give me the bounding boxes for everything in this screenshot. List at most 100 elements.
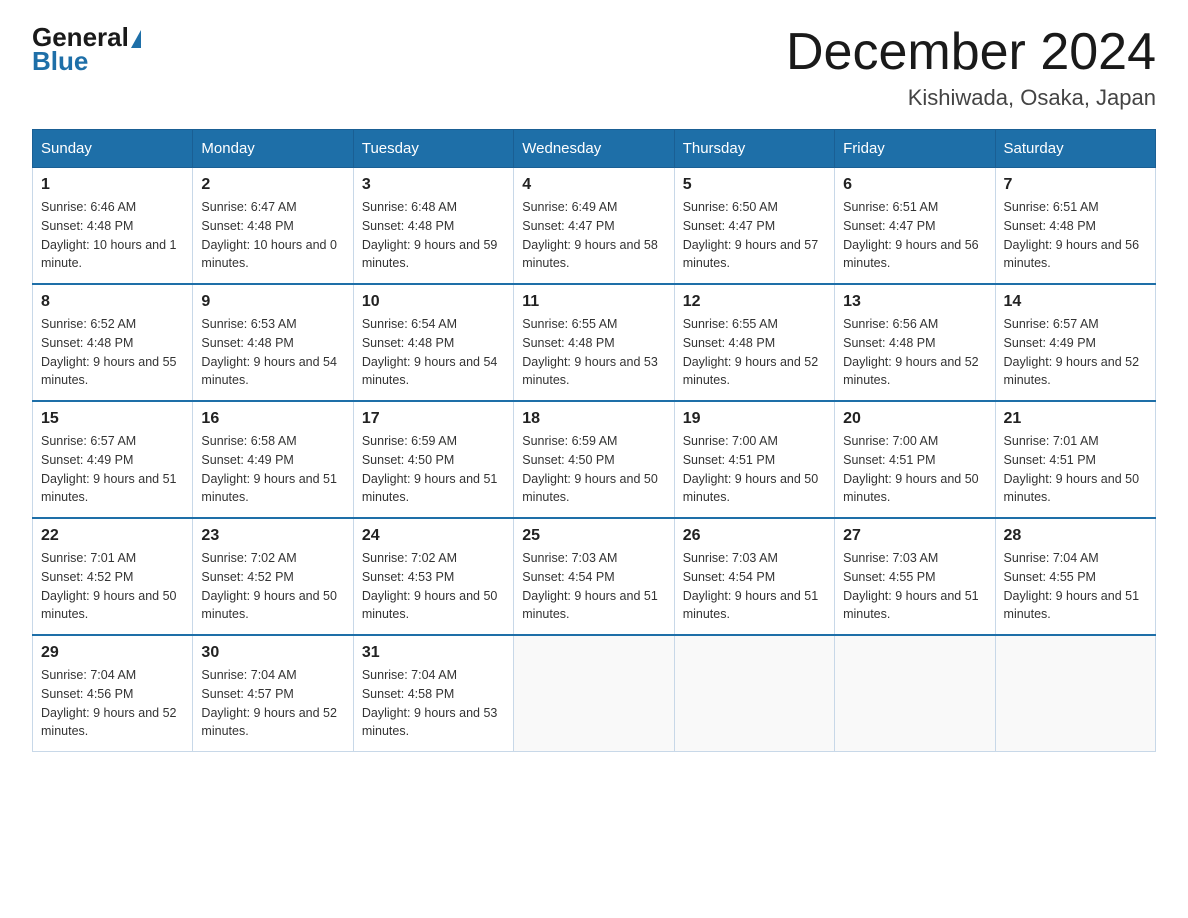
table-row: 17 Sunrise: 6:59 AM Sunset: 4:50 PM Dayl… xyxy=(353,401,513,518)
day-number: 8 xyxy=(41,293,184,311)
title-area: December 2024 Kishiwada, Osaka, Japan xyxy=(786,24,1156,111)
day-info: Sunrise: 6:57 AM Sunset: 4:49 PM Dayligh… xyxy=(41,432,184,507)
table-row: 10 Sunrise: 6:54 AM Sunset: 4:48 PM Dayl… xyxy=(353,284,513,401)
header-saturday: Saturday xyxy=(995,130,1155,168)
day-number: 23 xyxy=(201,527,344,545)
calendar-table: Sunday Monday Tuesday Wednesday Thursday… xyxy=(32,129,1156,752)
day-number: 29 xyxy=(41,644,184,662)
table-row: 31 Sunrise: 7:04 AM Sunset: 4:58 PM Dayl… xyxy=(353,635,513,752)
day-info: Sunrise: 6:50 AM Sunset: 4:47 PM Dayligh… xyxy=(683,198,826,273)
table-row: 11 Sunrise: 6:55 AM Sunset: 4:48 PM Dayl… xyxy=(514,284,674,401)
day-info: Sunrise: 7:02 AM Sunset: 4:52 PM Dayligh… xyxy=(201,549,344,624)
table-row: 29 Sunrise: 7:04 AM Sunset: 4:56 PM Dayl… xyxy=(33,635,193,752)
day-number: 6 xyxy=(843,176,986,194)
table-row xyxy=(835,635,995,752)
day-info: Sunrise: 7:04 AM Sunset: 4:58 PM Dayligh… xyxy=(362,666,505,741)
table-row: 24 Sunrise: 7:02 AM Sunset: 4:53 PM Dayl… xyxy=(353,518,513,635)
day-info: Sunrise: 6:48 AM Sunset: 4:48 PM Dayligh… xyxy=(362,198,505,273)
table-row: 2 Sunrise: 6:47 AM Sunset: 4:48 PM Dayli… xyxy=(193,168,353,285)
table-row xyxy=(995,635,1155,752)
table-row: 8 Sunrise: 6:52 AM Sunset: 4:48 PM Dayli… xyxy=(33,284,193,401)
table-row xyxy=(514,635,674,752)
day-info: Sunrise: 6:52 AM Sunset: 4:48 PM Dayligh… xyxy=(41,315,184,390)
day-info: Sunrise: 6:47 AM Sunset: 4:48 PM Dayligh… xyxy=(201,198,344,273)
calendar-week-row: 1 Sunrise: 6:46 AM Sunset: 4:48 PM Dayli… xyxy=(33,168,1156,285)
day-number: 15 xyxy=(41,410,184,428)
day-number: 3 xyxy=(362,176,505,194)
table-row: 13 Sunrise: 6:56 AM Sunset: 4:48 PM Dayl… xyxy=(835,284,995,401)
table-row: 15 Sunrise: 6:57 AM Sunset: 4:49 PM Dayl… xyxy=(33,401,193,518)
day-info: Sunrise: 7:04 AM Sunset: 4:55 PM Dayligh… xyxy=(1004,549,1147,624)
day-info: Sunrise: 6:51 AM Sunset: 4:47 PM Dayligh… xyxy=(843,198,986,273)
day-number: 13 xyxy=(843,293,986,311)
day-number: 28 xyxy=(1004,527,1147,545)
calendar-week-row: 22 Sunrise: 7:01 AM Sunset: 4:52 PM Dayl… xyxy=(33,518,1156,635)
day-info: Sunrise: 6:55 AM Sunset: 4:48 PM Dayligh… xyxy=(683,315,826,390)
day-info: Sunrise: 6:58 AM Sunset: 4:49 PM Dayligh… xyxy=(201,432,344,507)
day-number: 1 xyxy=(41,176,184,194)
day-number: 20 xyxy=(843,410,986,428)
day-number: 18 xyxy=(522,410,665,428)
day-number: 31 xyxy=(362,644,505,662)
table-row: 22 Sunrise: 7:01 AM Sunset: 4:52 PM Dayl… xyxy=(33,518,193,635)
day-info: Sunrise: 7:03 AM Sunset: 4:55 PM Dayligh… xyxy=(843,549,986,624)
header-friday: Friday xyxy=(835,130,995,168)
day-info: Sunrise: 6:56 AM Sunset: 4:48 PM Dayligh… xyxy=(843,315,986,390)
table-row: 1 Sunrise: 6:46 AM Sunset: 4:48 PM Dayli… xyxy=(33,168,193,285)
day-info: Sunrise: 6:59 AM Sunset: 4:50 PM Dayligh… xyxy=(362,432,505,507)
day-info: Sunrise: 6:57 AM Sunset: 4:49 PM Dayligh… xyxy=(1004,315,1147,390)
day-number: 30 xyxy=(201,644,344,662)
day-info: Sunrise: 7:00 AM Sunset: 4:51 PM Dayligh… xyxy=(843,432,986,507)
logo-triangle-icon xyxy=(131,30,141,48)
calendar-week-row: 15 Sunrise: 6:57 AM Sunset: 4:49 PM Dayl… xyxy=(33,401,1156,518)
day-info: Sunrise: 7:03 AM Sunset: 4:54 PM Dayligh… xyxy=(683,549,826,624)
day-number: 24 xyxy=(362,527,505,545)
table-row: 4 Sunrise: 6:49 AM Sunset: 4:47 PM Dayli… xyxy=(514,168,674,285)
day-number: 16 xyxy=(201,410,344,428)
day-number: 12 xyxy=(683,293,826,311)
table-row: 27 Sunrise: 7:03 AM Sunset: 4:55 PM Dayl… xyxy=(835,518,995,635)
day-info: Sunrise: 6:55 AM Sunset: 4:48 PM Dayligh… xyxy=(522,315,665,390)
calendar-header-row: Sunday Monday Tuesday Wednesday Thursday… xyxy=(33,130,1156,168)
day-number: 27 xyxy=(843,527,986,545)
day-number: 26 xyxy=(683,527,826,545)
table-row: 20 Sunrise: 7:00 AM Sunset: 4:51 PM Dayl… xyxy=(835,401,995,518)
day-info: Sunrise: 6:59 AM Sunset: 4:50 PM Dayligh… xyxy=(522,432,665,507)
day-info: Sunrise: 6:49 AM Sunset: 4:47 PM Dayligh… xyxy=(522,198,665,273)
table-row: 18 Sunrise: 6:59 AM Sunset: 4:50 PM Dayl… xyxy=(514,401,674,518)
day-info: Sunrise: 7:00 AM Sunset: 4:51 PM Dayligh… xyxy=(683,432,826,507)
day-info: Sunrise: 7:04 AM Sunset: 4:57 PM Dayligh… xyxy=(201,666,344,741)
day-number: 4 xyxy=(522,176,665,194)
calendar-week-row: 29 Sunrise: 7:04 AM Sunset: 4:56 PM Dayl… xyxy=(33,635,1156,752)
day-number: 21 xyxy=(1004,410,1147,428)
day-info: Sunrise: 6:54 AM Sunset: 4:48 PM Dayligh… xyxy=(362,315,505,390)
day-number: 19 xyxy=(683,410,826,428)
day-number: 5 xyxy=(683,176,826,194)
table-row: 16 Sunrise: 6:58 AM Sunset: 4:49 PM Dayl… xyxy=(193,401,353,518)
day-info: Sunrise: 6:51 AM Sunset: 4:48 PM Dayligh… xyxy=(1004,198,1147,273)
day-number: 17 xyxy=(362,410,505,428)
table-row: 7 Sunrise: 6:51 AM Sunset: 4:48 PM Dayli… xyxy=(995,168,1155,285)
table-row: 25 Sunrise: 7:03 AM Sunset: 4:54 PM Dayl… xyxy=(514,518,674,635)
day-info: Sunrise: 7:02 AM Sunset: 4:53 PM Dayligh… xyxy=(362,549,505,624)
location-text: Kishiwada, Osaka, Japan xyxy=(786,85,1156,111)
logo: General Blue xyxy=(32,24,143,74)
header-monday: Monday xyxy=(193,130,353,168)
table-row: 21 Sunrise: 7:01 AM Sunset: 4:51 PM Dayl… xyxy=(995,401,1155,518)
logo-blue-text: Blue xyxy=(32,48,88,74)
day-number: 25 xyxy=(522,527,665,545)
day-number: 11 xyxy=(522,293,665,311)
day-info: Sunrise: 7:01 AM Sunset: 4:51 PM Dayligh… xyxy=(1004,432,1147,507)
month-title: December 2024 xyxy=(786,24,1156,81)
day-number: 2 xyxy=(201,176,344,194)
day-number: 9 xyxy=(201,293,344,311)
day-info: Sunrise: 6:46 AM Sunset: 4:48 PM Dayligh… xyxy=(41,198,184,273)
header-wednesday: Wednesday xyxy=(514,130,674,168)
table-row: 6 Sunrise: 6:51 AM Sunset: 4:47 PM Dayli… xyxy=(835,168,995,285)
table-row: 3 Sunrise: 6:48 AM Sunset: 4:48 PM Dayli… xyxy=(353,168,513,285)
day-info: Sunrise: 7:04 AM Sunset: 4:56 PM Dayligh… xyxy=(41,666,184,741)
table-row: 5 Sunrise: 6:50 AM Sunset: 4:47 PM Dayli… xyxy=(674,168,834,285)
day-info: Sunrise: 7:03 AM Sunset: 4:54 PM Dayligh… xyxy=(522,549,665,624)
day-info: Sunrise: 7:01 AM Sunset: 4:52 PM Dayligh… xyxy=(41,549,184,624)
table-row: 12 Sunrise: 6:55 AM Sunset: 4:48 PM Dayl… xyxy=(674,284,834,401)
